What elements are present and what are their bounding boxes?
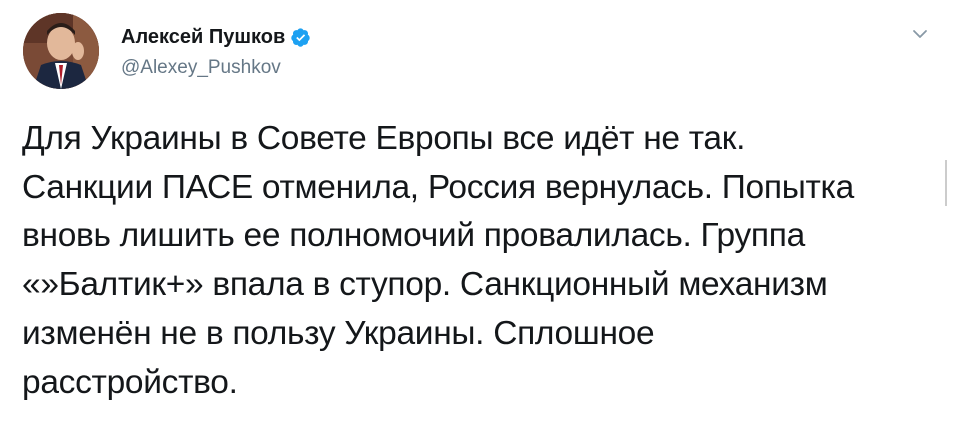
tweet-text-line: вновь лишить ее полномочий провалилась. … xyxy=(22,217,805,255)
verified-badge-icon xyxy=(290,27,311,48)
tweet-text-line: Для Украины в Совете Европы все идёт не … xyxy=(22,120,746,157)
tweet-text-line: расстройство. xyxy=(22,363,238,401)
tweet-header: Алексей Пушков @Alexey_Pushkov xyxy=(121,24,311,79)
tweet-card: Алексей Пушков @Alexey_Pushkov Для Украи… xyxy=(0,0,960,428)
tweet-text-line: изменён не в пользу Украины. Сплошное xyxy=(22,314,655,352)
tweet-text-line: «»Балтик+» впала в ступор. Санкционный м… xyxy=(22,266,828,304)
display-name[interactable]: Алексей Пушков xyxy=(121,26,285,49)
avatar[interactable] xyxy=(23,13,99,89)
tweet-text-line: Санкции ПАСЕ отменила, Россия вернулась.… xyxy=(22,168,854,206)
name-row: Алексей Пушков xyxy=(121,24,311,50)
chevron-down-icon[interactable] xyxy=(908,24,932,44)
scrollbar-thumb[interactable] xyxy=(945,160,947,206)
tweet-text: Для Украины в Совете Европы все идёт не … xyxy=(22,115,942,407)
user-handle[interactable]: @Alexey_Pushkov xyxy=(121,57,311,79)
